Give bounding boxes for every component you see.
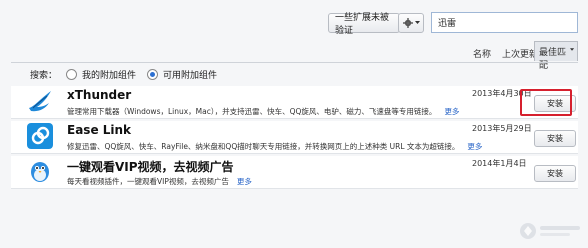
divider <box>11 62 578 63</box>
addon-name[interactable]: 一键观看VIP视频，去视频广告 <box>67 158 234 175</box>
more-link[interactable]: 更多 <box>444 107 459 116</box>
chevron-down-icon <box>414 21 420 24</box>
addon-date: 2014年1月4日 <box>472 159 527 168</box>
tools-menu-button[interactable] <box>398 13 424 33</box>
install-button[interactable]: 安装 <box>534 130 576 147</box>
gear-icon <box>402 18 413 28</box>
more-link[interactable]: 更多 <box>467 142 482 151</box>
sort-bar: 名称 上次更新 最佳匹配 <box>0 41 588 71</box>
unverified-extensions-button[interactable]: 一些扩展未被验证 <box>328 13 400 36</box>
install-button[interactable]: 安装 <box>534 165 576 182</box>
bird-icon <box>29 91 51 112</box>
radio-available-addons[interactable] <box>147 68 159 80</box>
sort-by-best-match[interactable]: 最佳匹配 <box>534 41 578 71</box>
link-icon <box>27 123 53 149</box>
site-logo-watermark <box>520 223 580 239</box>
more-link[interactable]: 更多 <box>237 177 252 186</box>
list-item[interactable]: 一键观看VIP视频，去视频广告 每天看视频插件，一键观看VIP视频，去视频广告更… <box>11 156 578 189</box>
bird-mascot-icon <box>31 162 49 182</box>
search-scope-filter: 搜索： 我的附加组件 可用附加组件 <box>30 66 217 82</box>
radio-available-addons-label[interactable]: 可用附加组件 <box>163 68 217 81</box>
list-item[interactable]: xThunder 管理常用下载器（Windows，Linux，Mac），并支持迅… <box>11 86 578 119</box>
sort-by-last-updated[interactable]: 上次更新 <box>502 47 538 60</box>
toolbar: 一些扩展未被验证 迅雷 <box>0 12 588 36</box>
highlight-frame <box>520 89 572 116</box>
filter-prefix: 搜索： <box>30 70 58 81</box>
addon-description: 修复迅雷、QQ旋风、快车、RayFile、纳米盘和QQ描时聊天专用链接，并转换网… <box>67 142 483 151</box>
addon-date: 2013年5月29日 <box>472 124 532 133</box>
addon-description: 每天看视频插件，一键观看VIP视频，去视频广告 更多 <box>67 177 252 186</box>
search-input[interactable]: 迅雷 <box>431 12 578 33</box>
addon-name[interactable]: Ease Link <box>67 123 131 137</box>
sort-by-name[interactable]: 名称 <box>473 47 491 60</box>
radio-my-addons-label[interactable]: 我的附加组件 <box>82 68 136 81</box>
radio-my-addons[interactable] <box>66 68 78 80</box>
chevron-down-icon <box>569 48 574 51</box>
sort-best-label: 最佳匹配 <box>539 48 567 71</box>
addon-description: 管理常用下载器（Windows，Linux，Mac），并支持迅雷、快车、QQ旋风… <box>67 107 460 116</box>
list-item[interactable]: Ease Link 修复迅雷、QQ旋风、快车、RayFile、纳米盘和QQ描时聊… <box>11 121 578 154</box>
addon-name[interactable]: xThunder <box>67 88 131 102</box>
